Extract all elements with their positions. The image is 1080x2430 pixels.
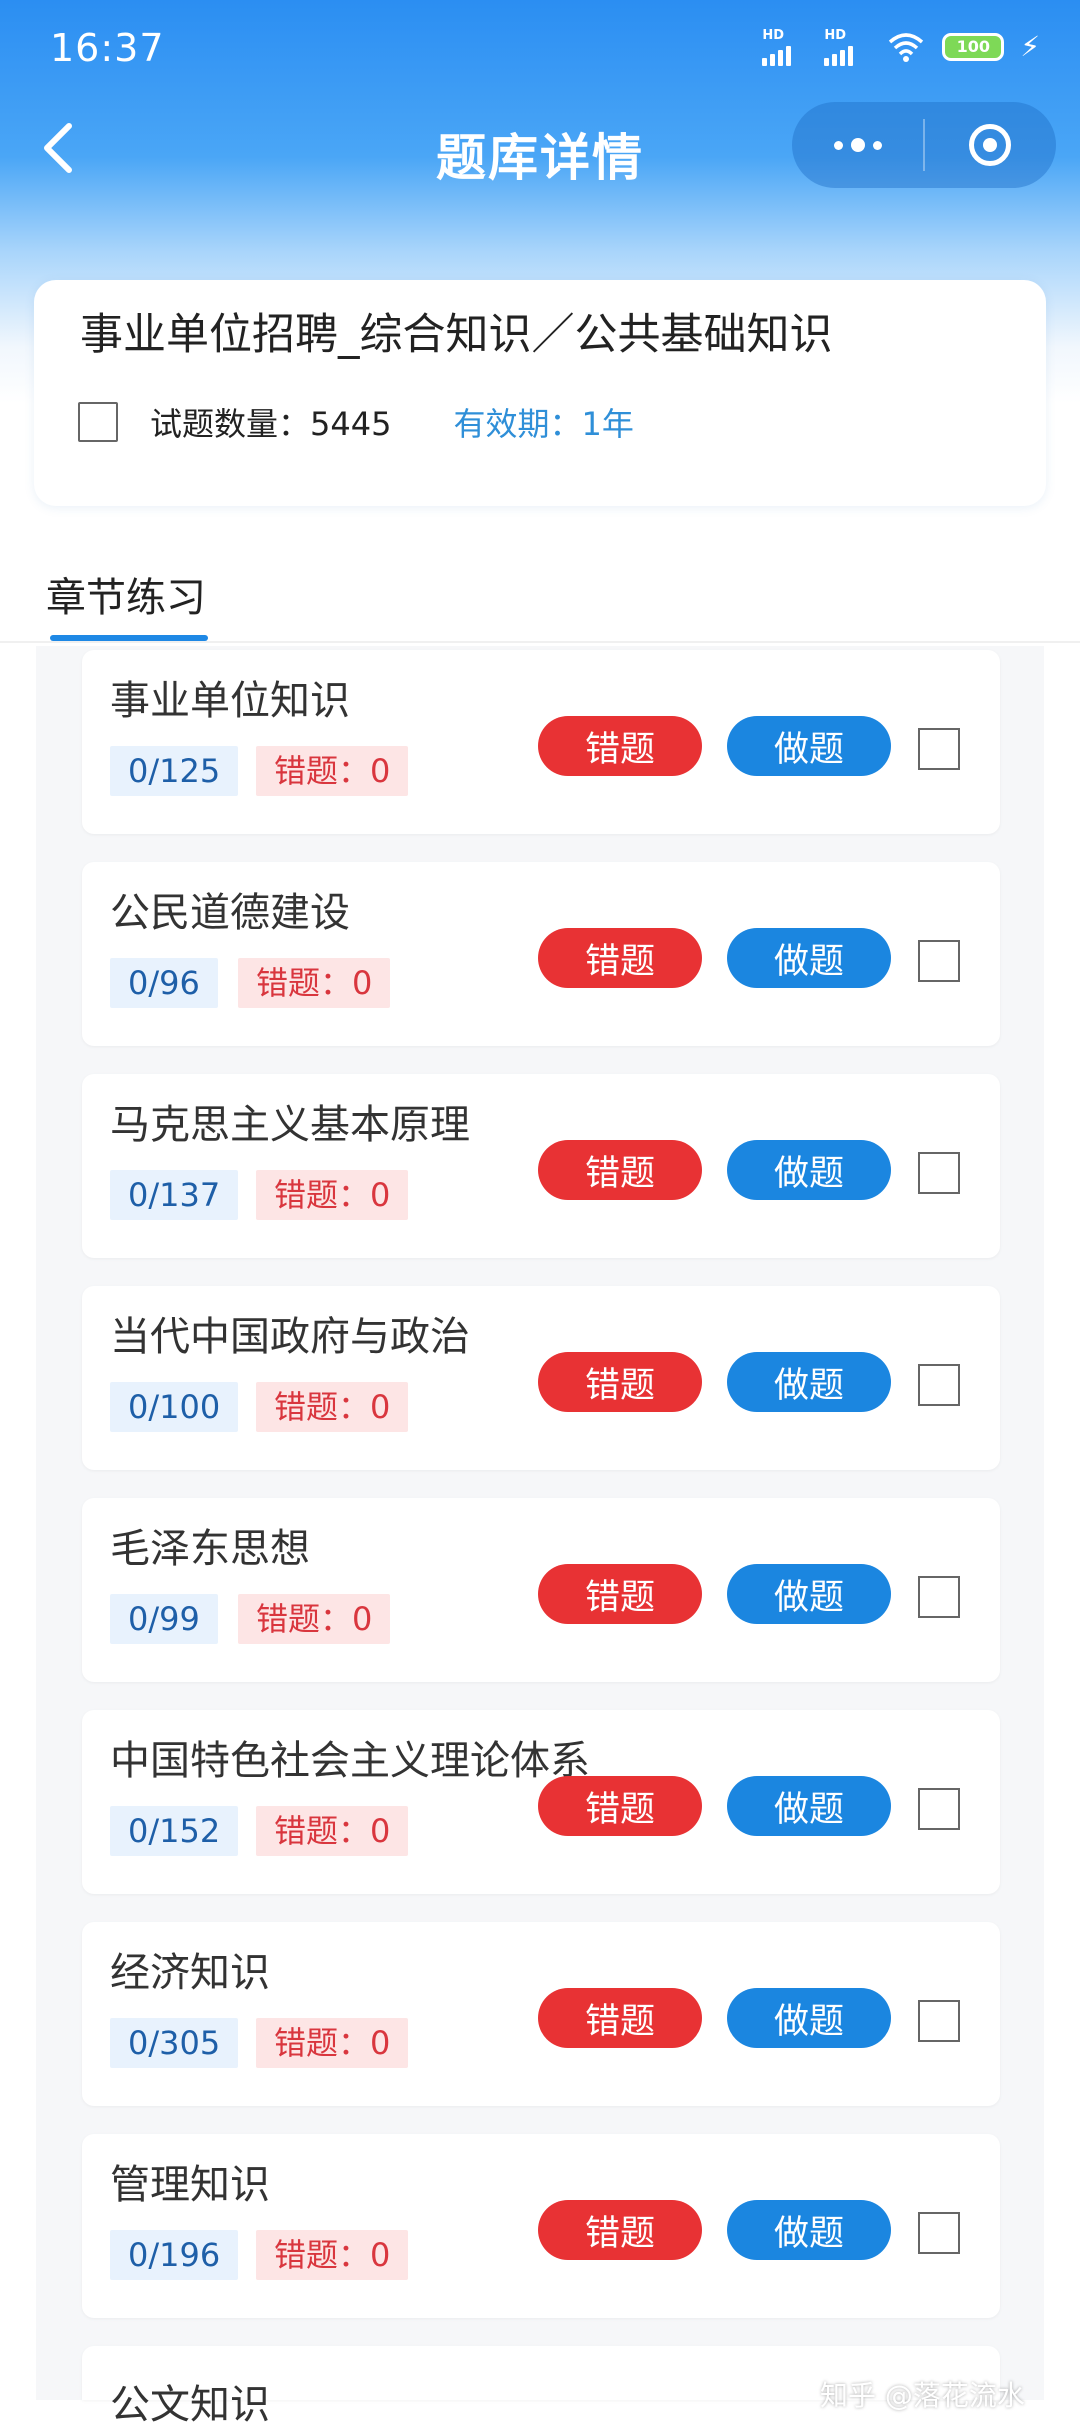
chapter-wrong-count: 错题：0 <box>238 1594 391 1644</box>
chapter-item: 事业单位知识 0/125 错题：0 错题 做题 <box>82 650 1000 834</box>
practice-button[interactable]: 做题 <box>727 1564 891 1624</box>
chapter-name: 公民道德建设 <box>110 890 350 936</box>
status-icons: HD HD 100 ⚡ <box>762 28 1040 66</box>
practice-button[interactable]: 做题 <box>727 1776 891 1836</box>
watermark: 知乎 @落花流水 <box>820 2379 1025 2412</box>
chapter-name: 经济知识 <box>110 1950 270 1996</box>
bank-title: 事业单位招聘_综合知识／公共基础知识 <box>80 310 833 360</box>
chapter-name: 毛泽东思想 <box>110 1526 310 1572</box>
wrong-questions-button[interactable]: 错题 <box>538 716 702 776</box>
chapter-item: 当代中国政府与政治 0/100 错题：0 错题 做题 <box>82 1286 1000 1470</box>
chapter-name: 事业单位知识 <box>110 678 350 724</box>
chapter-item: 毛泽东思想 0/99 错题：0 错题 做题 <box>82 1498 1000 1682</box>
chapter-checkbox[interactable] <box>918 2212 960 2254</box>
more-button[interactable] <box>792 102 923 188</box>
chapter-progress: 0/152 <box>110 1806 239 1856</box>
close-mini-program-button[interactable] <box>925 102 1056 188</box>
chapter-item: 经济知识 0/305 错题：0 错题 做题 <box>82 1922 1000 2106</box>
chapter-item: 马克思主义基本原理 0/137 错题：0 错题 做题 <box>82 1074 1000 1258</box>
chapter-wrong-count: 错题：0 <box>256 2018 409 2068</box>
signal-hd-label: HD <box>762 28 784 43</box>
chapter-wrong-count: 错题：0 <box>256 1382 409 1432</box>
practice-button[interactable]: 做题 <box>727 928 891 988</box>
chapter-wrong-count: 错题：0 <box>256 1806 409 1856</box>
question-count: 试题数量：5445 <box>150 405 392 443</box>
wrong-questions-button[interactable]: 错题 <box>538 1564 702 1624</box>
chapter-item: 中国特色社会主义理论体系 0/152 错题：0 错题 做题 <box>82 1710 1000 1894</box>
nav-bar: 题库详情 <box>0 100 1080 196</box>
chapter-progress: 0/196 <box>110 2230 239 2280</box>
chapter-name: 管理知识 <box>110 2162 270 2208</box>
chapter-name: 公文知识 <box>110 2382 270 2428</box>
chapter-checkbox[interactable] <box>918 728 960 770</box>
chapter-checkbox[interactable] <box>918 2000 960 2042</box>
chapter-progress: 0/99 <box>110 1594 218 1644</box>
signal-icon: HD <box>762 28 808 66</box>
chapter-checkbox[interactable] <box>918 1788 960 1830</box>
chapter-checkbox[interactable] <box>918 1364 960 1406</box>
wrong-questions-button[interactable]: 错题 <box>538 1352 702 1412</box>
validity-period: 有效期：1年 <box>453 405 634 443</box>
chapter-progress: 0/100 <box>110 1382 239 1432</box>
chapter-item: 公民道德建设 0/96 错题：0 错题 做题 <box>82 862 1000 1046</box>
bank-info-card: 事业单位招聘_综合知识／公共基础知识 试题数量：5445 有效期：1年 <box>34 280 1046 506</box>
bank-info-row: 试题数量：5445 有效期：1年 <box>78 392 634 452</box>
wifi-icon <box>889 33 924 62</box>
signal-hd-label: HD <box>824 28 846 43</box>
chapter-name: 中国特色社会主义理论体系 <box>110 1738 590 1784</box>
status-bar: 16:37 HD HD 100 ⚡ <box>0 0 1080 100</box>
status-time: 16:37 <box>50 26 165 70</box>
chapter-checkbox[interactable] <box>918 1576 960 1618</box>
wrong-questions-button[interactable]: 错题 <box>538 1140 702 1200</box>
practice-button[interactable]: 做题 <box>727 1140 891 1200</box>
chapter-item: 管理知识 0/196 错题：0 错题 做题 <box>82 2134 1000 2318</box>
wrong-questions-button[interactable]: 错题 <box>538 1988 702 2048</box>
chapter-name: 当代中国政府与政治 <box>110 1314 470 1360</box>
wrong-questions-button[interactable]: 错题 <box>538 2200 702 2260</box>
tab-chapter-practice[interactable]: 章节练习 <box>46 565 206 623</box>
charging-icon: ⚡ <box>1020 30 1040 63</box>
chapter-progress: 0/96 <box>110 958 218 1008</box>
chapter-progress: 0/137 <box>110 1170 239 1220</box>
practice-button[interactable]: 做题 <box>727 1352 891 1412</box>
practice-button[interactable]: 做题 <box>727 2200 891 2260</box>
practice-button[interactable]: 做题 <box>727 1988 891 2048</box>
target-icon <box>969 124 1012 166</box>
battery-icon: 100 <box>942 33 1005 61</box>
chapter-wrong-count: 错题：0 <box>256 1170 409 1220</box>
more-dots-icon <box>833 138 882 152</box>
chapter-checkbox[interactable] <box>918 1152 960 1194</box>
bank-select-checkbox[interactable] <box>78 402 118 442</box>
tab-active-indicator <box>50 635 208 641</box>
wrong-questions-button[interactable]: 错题 <box>538 1776 702 1836</box>
signal-icon: HD <box>824 28 870 66</box>
practice-button[interactable]: 做题 <box>727 716 891 776</box>
chapter-wrong-count: 错题：0 <box>238 958 391 1008</box>
chapter-wrong-count: 错题：0 <box>256 746 409 796</box>
chapter-progress: 0/305 <box>110 2018 239 2068</box>
chapter-checkbox[interactable] <box>918 940 960 982</box>
chapter-progress: 0/125 <box>110 746 239 796</box>
chapter-wrong-count: 错题：0 <box>256 2230 409 2280</box>
chapter-name: 马克思主义基本原理 <box>110 1102 470 1148</box>
mini-program-capsule <box>792 102 1056 188</box>
tab-bar: 章节练习 <box>0 535 1080 643</box>
wrong-questions-button[interactable]: 错题 <box>538 928 702 988</box>
